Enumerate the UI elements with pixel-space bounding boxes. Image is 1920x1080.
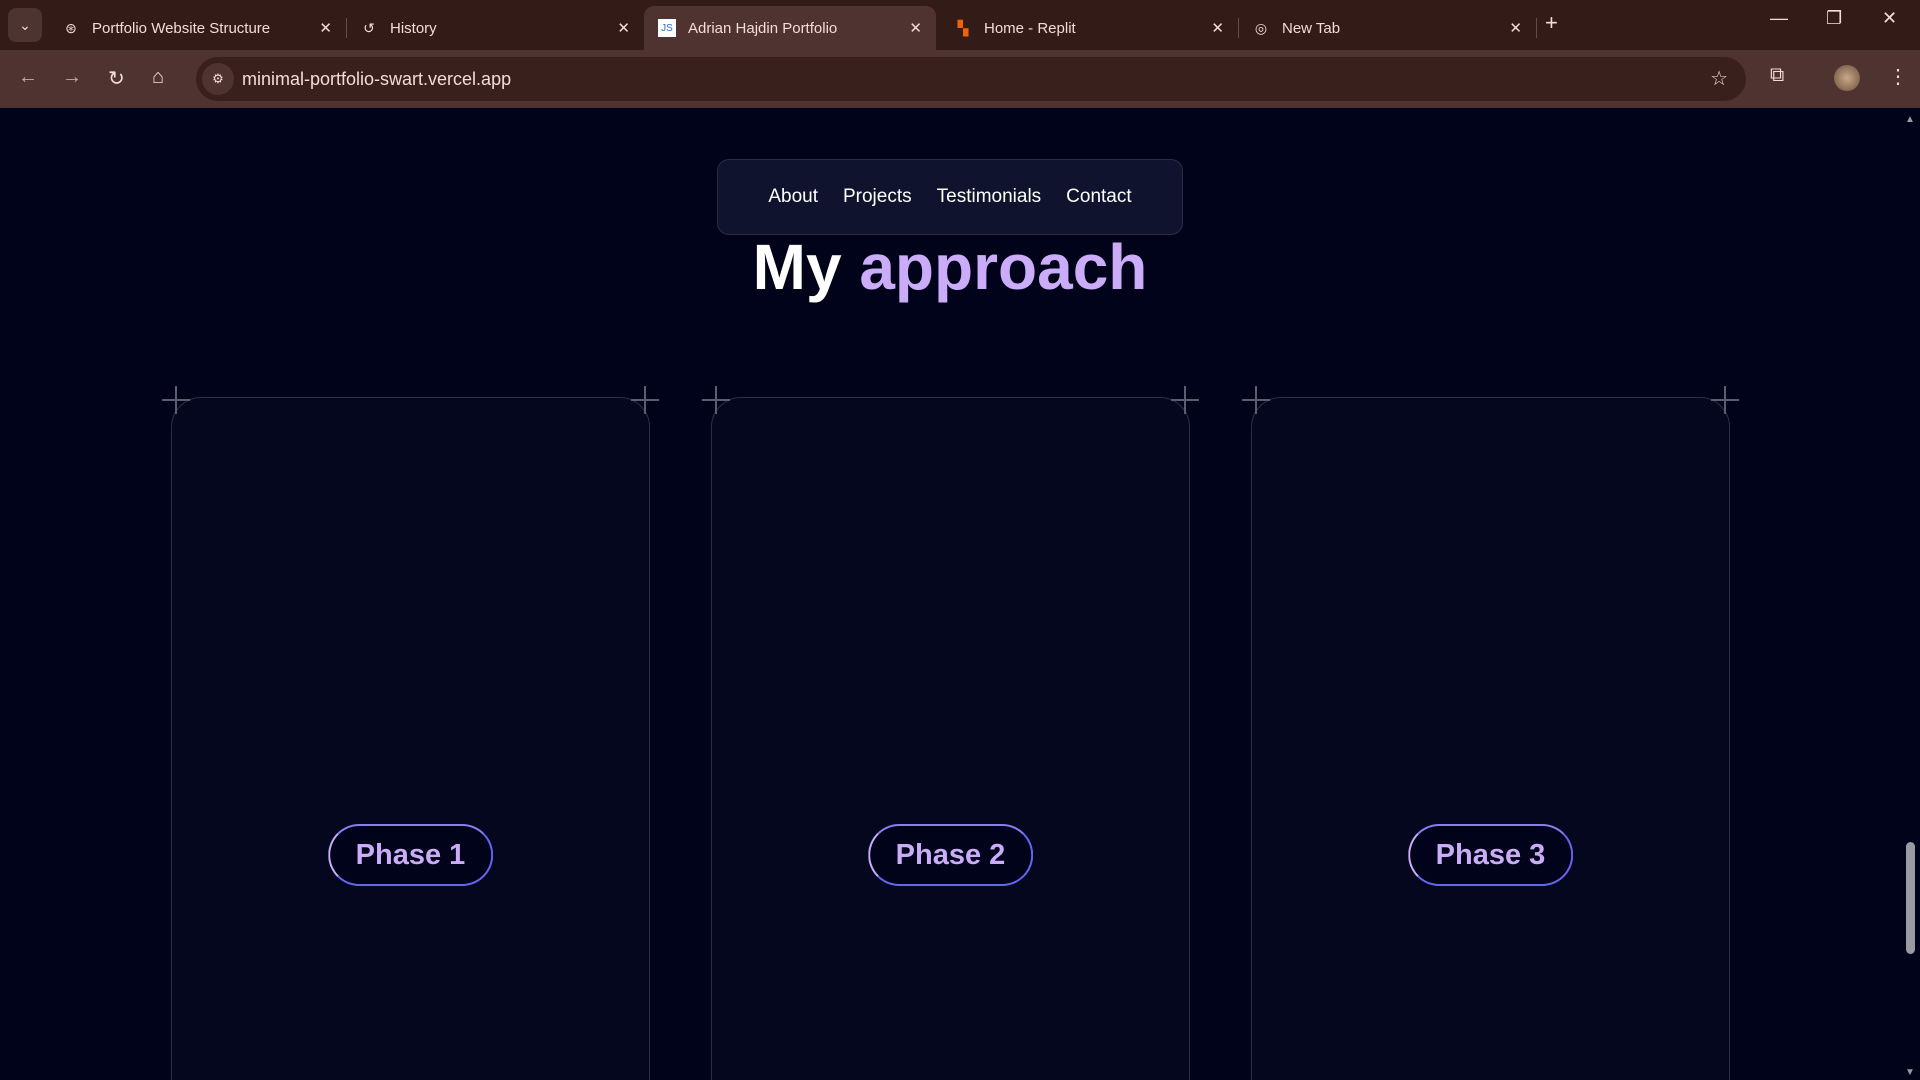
new-tab-button[interactable]: + <box>1545 10 1558 36</box>
nav-contact[interactable]: Contact <box>1066 186 1131 208</box>
url-text[interactable]: minimal-portfolio-swart.vercel.app <box>242 69 511 90</box>
close-tab-icon[interactable]: ✕ <box>1509 19 1522 37</box>
minimize-button[interactable]: — <box>1770 8 1788 29</box>
heading-highlight: approach <box>859 231 1148 303</box>
history-icon: ↺ <box>363 19 375 36</box>
nav-projects[interactable]: Projects <box>843 186 912 208</box>
plus-icon <box>1171 386 1199 414</box>
home-button[interactable]: ⌂ <box>152 66 164 89</box>
tab-new-tab[interactable]: ◎ New Tab ✕ <box>1238 6 1537 50</box>
tab-title: Portfolio Website Structure <box>92 19 271 37</box>
nav-about[interactable]: About <box>768 186 818 208</box>
browser-toolbar: ← → ↻ ⌂ ⚙ minimal-portfolio-swart.vercel… <box>0 50 1920 108</box>
heading-prefix: My <box>752 231 842 303</box>
plus-icon <box>702 386 730 414</box>
tab-search-button[interactable]: ⌄ <box>8 8 42 42</box>
close-tab-icon[interactable]: ✕ <box>617 19 630 37</box>
tab-replit[interactable]: ▚ Home - Replit ✕ <box>940 6 1239 50</box>
replit-icon: ▚ <box>957 19 969 36</box>
tab-title: Home - Replit <box>984 19 1076 37</box>
site-info-icon[interactable]: ⚙ <box>202 63 234 95</box>
address-bar[interactable]: ⚙ minimal-portfolio-swart.vercel.app ☆ <box>196 57 1746 101</box>
reload-button[interactable]: ↻ <box>108 66 125 91</box>
bookmark-star-icon[interactable]: ☆ <box>1710 66 1728 91</box>
openai-icon: ⊛ <box>65 19 77 36</box>
scroll-down-icon[interactable]: ▼ <box>1905 1067 1915 1078</box>
close-tab-icon[interactable]: ✕ <box>909 19 922 37</box>
site-favicon-icon: JS <box>658 19 676 37</box>
page-content: About Projects Testimonials Contact My a… <box>0 108 1900 1080</box>
scroll-up-icon[interactable]: ▲ <box>1905 114 1915 125</box>
tab-title: New Tab <box>1282 19 1341 37</box>
plus-icon <box>631 386 659 414</box>
tab-title: History <box>390 19 437 37</box>
phase-button-1[interactable]: Phase 1 <box>327 824 494 886</box>
scrollbar[interactable]: ▲ ▼ <box>1900 108 1920 1080</box>
section-heading: My approach <box>0 230 1900 304</box>
plus-icon <box>1711 386 1739 414</box>
restore-button[interactable]: ❐ <box>1826 8 1842 29</box>
phase-card-2[interactable]: Phase 2 <box>702 386 1199 1080</box>
scrollbar-thumb[interactable] <box>1906 842 1915 954</box>
tab-title: Adrian Hajdin Portfolio <box>688 19 838 37</box>
menu-icon[interactable]: ⋮ <box>1888 64 1908 89</box>
forward-button[interactable]: → <box>62 66 82 89</box>
close-tab-icon[interactable]: ✕ <box>1211 19 1224 37</box>
plus-icon <box>162 386 190 414</box>
close-tab-icon[interactable]: ✕ <box>319 19 332 37</box>
tab-history[interactable]: ↺ History ✕ <box>346 6 644 50</box>
plus-icon <box>1242 386 1270 414</box>
phase-button-2[interactable]: Phase 2 <box>867 824 1034 886</box>
phase-card-3[interactable]: Phase 3 <box>1242 386 1739 1080</box>
profile-avatar[interactable] <box>1834 65 1860 91</box>
chrome-icon: ◎ <box>1254 19 1268 36</box>
floating-nav: About Projects Testimonials Contact <box>717 159 1183 235</box>
close-window-button[interactable]: ✕ <box>1882 8 1897 29</box>
nav-testimonials[interactable]: Testimonials <box>937 186 1042 208</box>
tab-bar: ⌄ ⊛ Portfolio Website Structure ✕ ↺ History… <box>0 0 1920 50</box>
tab-adrian-portfolio[interactable]: JS Adrian Hajdin Portfolio ✕ <box>644 6 936 50</box>
phase-button-3[interactable]: Phase 3 <box>1407 824 1574 886</box>
tab-portfolio-structure[interactable]: ⊛ Portfolio Website Structure ✕ <box>48 6 347 50</box>
extensions-icon[interactable]: ⧉ <box>1770 64 1784 87</box>
phase-card-1[interactable]: Phase 1 <box>162 386 659 1080</box>
back-button[interactable]: ← <box>18 66 38 89</box>
